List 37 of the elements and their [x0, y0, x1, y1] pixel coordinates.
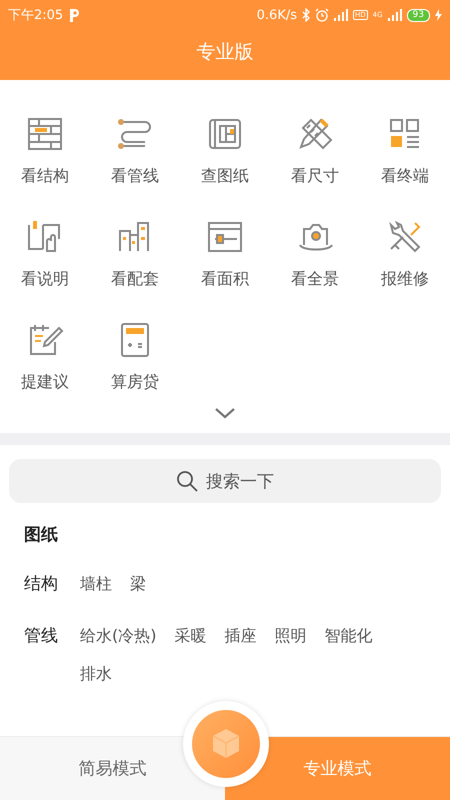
feature-label[interactable]: 看管线: [111, 166, 159, 187]
network-speed: 0.6K/s: [256, 8, 297, 22]
drawing-tag[interactable]: 排水: [80, 660, 112, 688]
feature-label[interactable]: 提建议: [21, 372, 69, 393]
drawing-tag[interactable]: 智能化: [324, 622, 372, 650]
status-time: 下午2:05: [8, 7, 64, 24]
feature-label[interactable]: 看配套: [111, 269, 159, 290]
feature-label[interactable]: 算房贷: [111, 372, 159, 393]
drawing-tag[interactable]: 给水(冷热): [80, 622, 156, 650]
chevron-down-icon[interactable]: [214, 407, 236, 419]
page-title: 专业版: [196, 40, 254, 65]
feature-label[interactable]: 看全景: [291, 269, 339, 290]
drawing-tag[interactable]: 照明: [274, 622, 306, 650]
drawing-tag[interactable]: 插座: [224, 622, 256, 650]
drawing-tag[interactable]: 采暖: [174, 622, 206, 650]
search-field[interactable]: 搜索一下: [9, 459, 441, 503]
signal-icon: [388, 9, 402, 21]
p-logo-icon: [68, 8, 80, 22]
section-title: 图纸: [23, 524, 59, 546]
search-icon: [176, 470, 198, 492]
search-placeholder: 搜索一下: [206, 470, 274, 492]
feature-label[interactable]: 看结构: [21, 166, 69, 187]
feature-label[interactable]: 看面积: [201, 269, 249, 290]
feature-label[interactable]: 查图纸: [201, 166, 249, 187]
battery-level: 93: [406, 8, 430, 22]
drawing-tag[interactable]: 墙柱: [80, 570, 112, 598]
category-name: 管线: [24, 625, 58, 648]
drawing-tag[interactable]: 梁: [130, 570, 146, 598]
feature-label[interactable]: 看说明: [21, 269, 69, 290]
signal-icon: [334, 9, 348, 21]
alarm-icon: [315, 8, 329, 22]
category-name: 结构: [24, 573, 58, 596]
charging-icon: [435, 9, 442, 21]
feature-label[interactable]: 看尺寸: [291, 166, 339, 187]
feature-label[interactable]: 看终端: [381, 166, 429, 187]
bluetooth-icon: [302, 8, 310, 22]
feature-label[interactable]: 报维修: [381, 269, 429, 290]
